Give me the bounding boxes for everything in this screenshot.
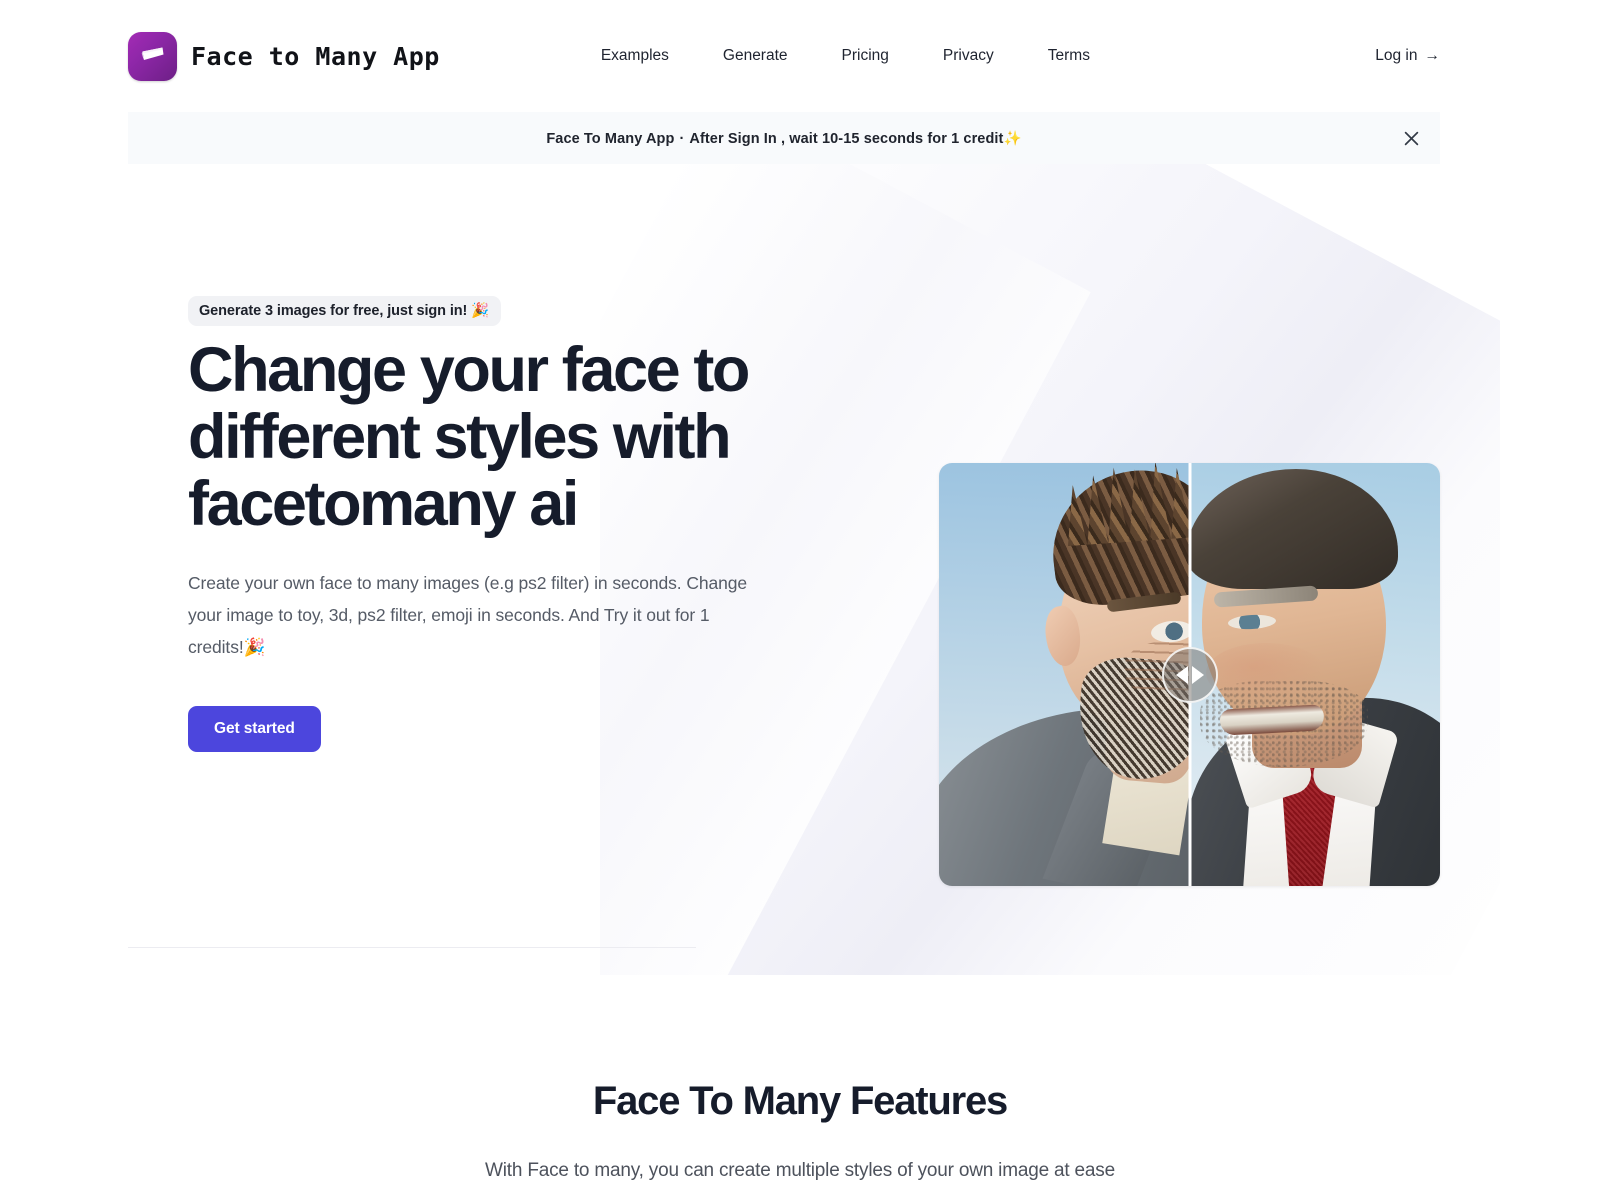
announcement-separator: ·	[679, 130, 685, 147]
comparison-right-image: NE	[1189, 463, 1440, 886]
nav-item-terms[interactable]: Terms	[1021, 39, 1117, 73]
nav-item-pricing[interactable]: Pricing	[815, 39, 916, 73]
arrow-left-glyph	[1175, 665, 1188, 684]
left-right-arrows-icon[interactable]	[1161, 646, 1218, 703]
hero-copy: Generate 3 images for free, just sign in…	[128, 164, 768, 753]
nav-item-examples[interactable]: Examples	[574, 39, 696, 73]
arrow-right-glyph	[1191, 665, 1204, 684]
hero-subtitle: Create your own face to many images (e.g…	[188, 573, 748, 658]
announcement-brand: Face To Many App	[546, 130, 675, 147]
login-link[interactable]: Log in →	[1375, 47, 1440, 65]
site-header: Face to Many App Examples Generate Prici…	[0, 0, 1600, 112]
close-icon[interactable]	[1398, 125, 1424, 151]
toy-style-portrait	[939, 463, 1190, 886]
free-credits-badge: Generate 3 images for free, just sign in…	[188, 296, 502, 326]
features-subtitle: With Face to many, you can create multip…	[485, 1160, 1115, 1181]
announcement-message: After Sign In , wait 10-15 seconds for 1…	[689, 130, 1022, 147]
comparison-left-image	[939, 463, 1190, 886]
brand-title: Face to Many App	[191, 41, 440, 71]
hero-section: Generate 3 images for free, just sign in…	[0, 164, 1600, 959]
login-label: Log in	[1375, 47, 1418, 64]
arrow-right-icon: →	[1424, 47, 1441, 64]
main-navigation: Examples Generate Pricing Privacy Terms	[574, 39, 1117, 73]
page-title: Change your face to different styles wit…	[188, 335, 750, 539]
brand-logo-link[interactable]: Face to Many App	[128, 31, 440, 81]
before-after-comparison-slider[interactable]: NE	[939, 463, 1440, 886]
features-section: Face To Many Features With Face to many,…	[0, 959, 1600, 1182]
get-started-button[interactable]: Get started	[188, 706, 321, 753]
face-slab-logo-icon	[128, 31, 177, 81]
nav-item-privacy[interactable]: Privacy	[916, 39, 1021, 73]
photo-mouth	[1218, 704, 1325, 736]
landing-page: Face to Many App Examples Generate Prici…	[0, 0, 1600, 1200]
features-title: Face To Many Features	[592, 1079, 1008, 1123]
nav-item-generate[interactable]: Generate	[696, 39, 815, 73]
photo-cheek	[1205, 643, 1326, 703]
announcement-banner: Face To Many App · After Sign In , wait 10…	[128, 112, 1440, 164]
hero-media: NE	[939, 463, 1440, 886]
announcement-text: Face To Many App · After Sign In , wait 10…	[546, 130, 1021, 147]
